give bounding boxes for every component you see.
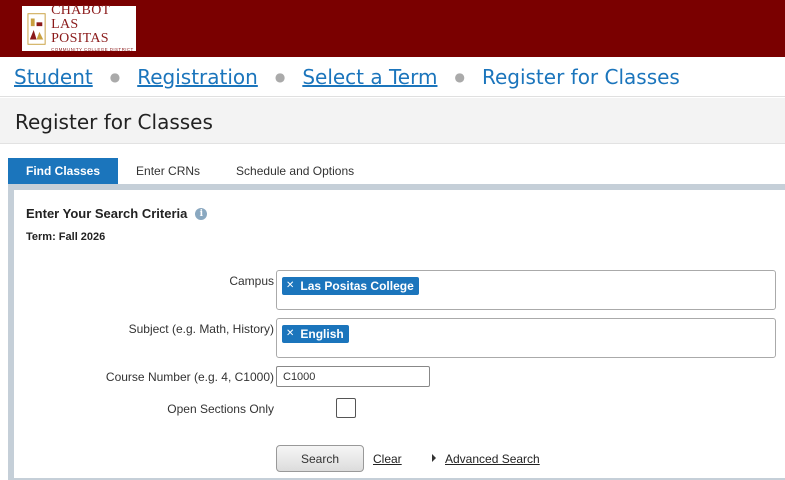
search-criteria-heading: Enter Your Search Criteria i [26,206,208,221]
title-bar: Register for Classes [0,98,785,144]
course-number-label: Course Number (e.g. 4, C1000) [105,370,274,384]
breadcrumb-registration[interactable]: Registration [137,65,258,89]
subject-chip-label: English [300,326,344,341]
college-logo[interactable]: CHABOT LAS POSITAS COMMUNITY COLLEGE DIS… [22,4,136,53]
remove-icon[interactable]: ✕ [286,328,294,339]
info-icon[interactable]: i [195,207,208,220]
campus-label: Campus [229,274,274,288]
campus-select[interactable]: ✕ Las Positas College [276,270,776,310]
clear-link[interactable]: Clear [373,452,402,466]
course-number-input[interactable] [276,366,430,387]
logo-line-3: COMMUNITY COLLEGE DISTRICT [51,47,134,53]
page-title: Register for Classes [15,110,213,134]
search-criteria-heading-text: Enter Your Search Criteria [26,206,188,221]
breadcrumb-current: Register for Classes [481,64,680,89]
subject-label: Subject (e.g. Math, History) [128,322,274,336]
tab-schedule-options[interactable]: Schedule and Options [218,158,372,184]
campus-chip-label: Las Positas College [300,278,414,293]
search-form: Enter Your Search Criteria i Term: Fall … [14,190,785,478]
term-label: Term: Fall 2026 [26,231,106,243]
search-button[interactable]: Search [276,445,364,472]
campus-chip[interactable]: ✕ Las Positas College [282,276,419,295]
open-sections-label: Open Sections Only [167,402,274,416]
logo-text: CHABOT LAS POSITAS COMMUNITY COLLEGE DIS… [51,4,136,53]
top-banner: CHABOT LAS POSITAS COMMUNITY COLLEGE DIS… [0,0,785,57]
tab-bar: Find Classes Enter CRNs Schedule and Opt… [8,158,372,184]
logo-line-1: CHABOT [51,3,111,19]
tab-find-classes[interactable]: Find Classes [8,158,119,184]
breadcrumb-separator-icon: ● [274,69,286,84]
subject-chip[interactable]: ✕ English [282,324,349,343]
open-sections-checkbox[interactable] [336,398,356,418]
logo-line-2: LAS POSITAS [51,17,109,47]
breadcrumb-separator-icon: ● [454,69,465,84]
subject-select[interactable]: ✕ English [276,318,776,358]
caret-right-icon [432,454,436,462]
breadcrumb-student[interactable]: Student [14,65,93,89]
advanced-search-link[interactable]: Advanced Search [445,452,540,466]
college-logo-icon [27,12,46,45]
search-panel: Enter Your Search Criteria i Term: Fall … [8,184,785,480]
remove-icon[interactable]: ✕ [286,280,294,291]
breadcrumb-separator-icon: ● [109,69,121,84]
tab-enter-crns[interactable]: Enter CRNs [118,158,218,184]
breadcrumb: Student ● Registration ● Select a Term ●… [0,57,785,97]
breadcrumb-select-term[interactable]: Select a Term [302,65,437,89]
